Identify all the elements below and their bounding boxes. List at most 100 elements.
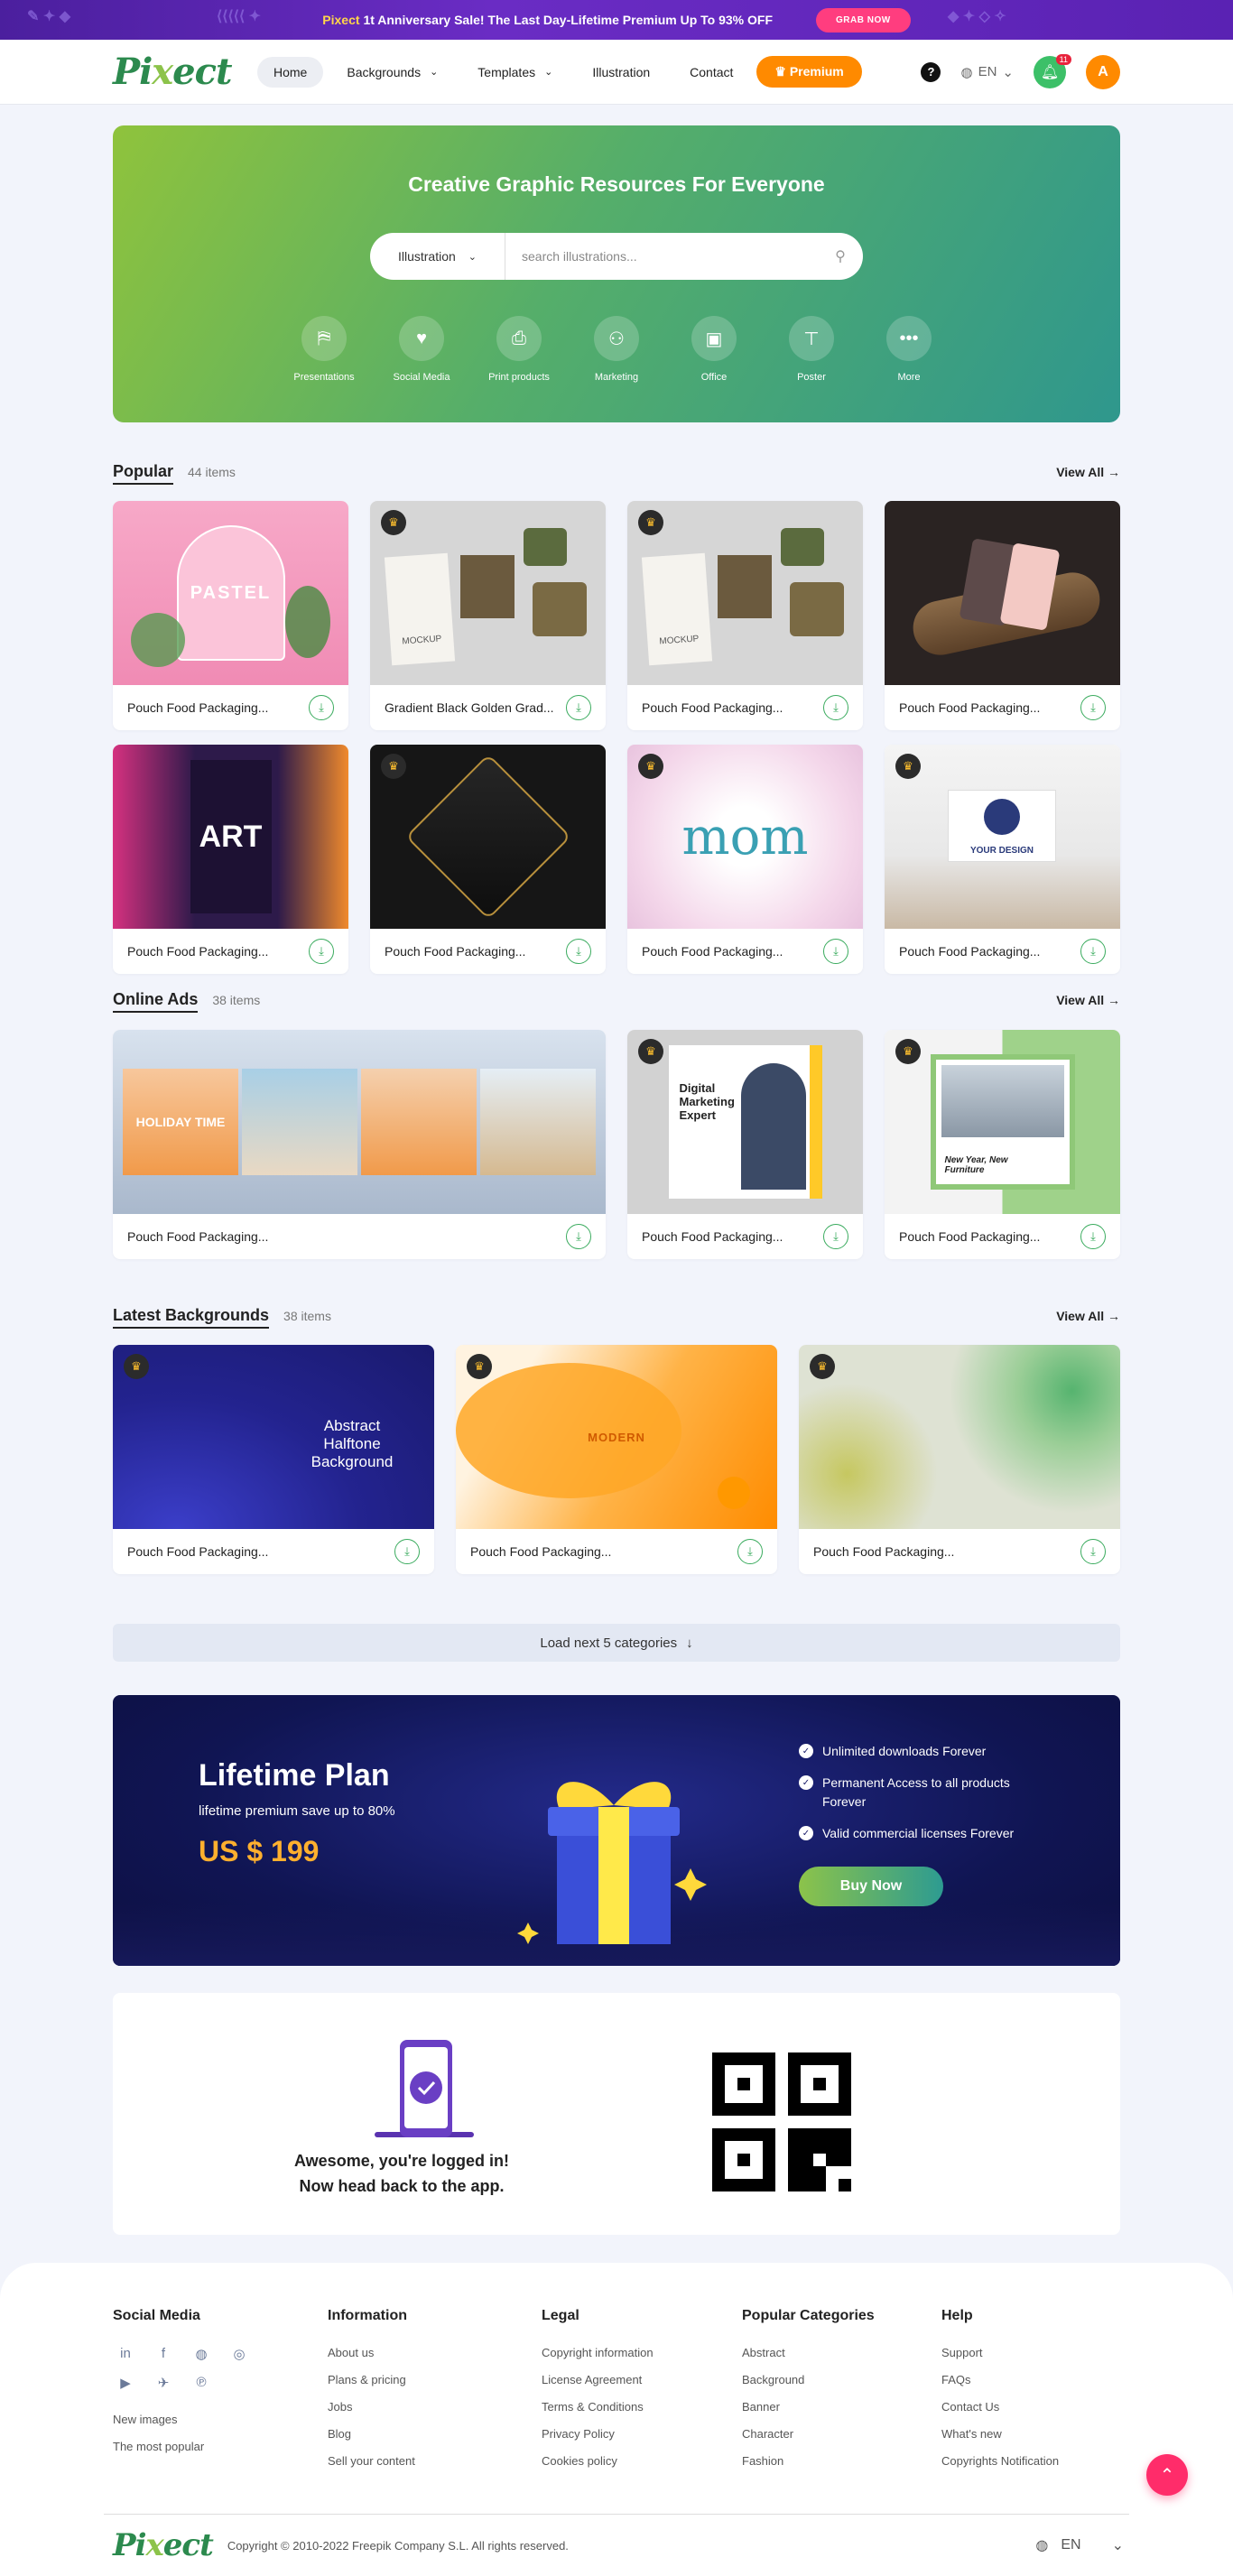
buy-now-button[interactable]: Buy Now [799,1867,943,1906]
category-more[interactable]: ••• More [885,316,933,383]
nav-item-contact[interactable]: Contact [673,57,749,88]
card-title: Pouch Food Packaging... [127,1229,269,1244]
nav-item-backgrounds[interactable]: Backgrounds ⌄ [330,57,454,88]
download-icon[interactable]: ⤓ [823,939,848,964]
download-icon[interactable]: ⤓ [737,1539,763,1564]
download-icon[interactable]: ⤓ [566,695,591,720]
people-icon: ⚇ [594,316,639,361]
instagram-icon[interactable]: ◎ [227,2346,252,2362]
footer-link[interactable]: Cookies policy [542,2454,654,2468]
footer-link[interactable]: Plans & pricing [328,2373,415,2386]
help-icon[interactable]: ? [921,61,941,82]
footer-link[interactable]: The most popular [113,2440,252,2453]
view-all-link[interactable]: View All → [1056,465,1120,479]
footer-link[interactable]: Sell your content [328,2454,415,2468]
promo-text: Pixect 1t Anniversary Sale! The Last Day… [322,13,774,27]
download-icon[interactable]: ⤓ [309,939,334,964]
footer-link[interactable]: Background [742,2373,875,2386]
language-selector[interactable]: ◍ EN ⌄ [960,64,1014,80]
footer-link[interactable]: Contact Us [941,2400,1059,2414]
footer-link[interactable]: Copyright information [542,2346,654,2359]
premium-crown-icon: ♛ [381,754,406,779]
footer-language-selector[interactable]: ◍ EN ⌄ [1035,2536,1129,2554]
footer-link[interactable]: Abstract [742,2346,875,2359]
download-icon[interactable]: ⤓ [1080,1539,1106,1564]
logo[interactable]: Pixect [113,51,232,93]
footer-link[interactable]: Fashion [742,2454,875,2468]
footer-link[interactable]: What's new [941,2427,1059,2441]
facebook-icon[interactable]: f [151,2346,176,2362]
footer-link[interactable]: New images [113,2413,252,2426]
footer-link[interactable]: Terms & Conditions [542,2400,654,2414]
footer-col-information: Information About us Plans & pricing Job… [328,2308,415,2481]
resource-card[interactable]: mom ♛ Pouch Food Packaging... ⤓ [627,745,863,974]
nav-menu: Home Backgrounds ⌄ Templates ⌄ Illustratio… [257,56,862,88]
resource-card[interactable]: Abstract Halftone Background ♛ Pouch Foo… [113,1345,434,1574]
resource-card[interactable]: ♛ Pouch Food Packaging... ⤓ [370,745,606,974]
footer-link[interactable]: Blog [328,2427,415,2441]
footer-link[interactable]: License Agreement [542,2373,654,2386]
twitter-icon[interactable]: ✈ [151,2375,176,2391]
resource-card[interactable]: New Year, New Furniture ♛ Pouch Food Pac… [885,1030,1120,1259]
card-image: Digital Marketing Expert ♛ [627,1030,863,1214]
premium-button[interactable]: ♛ Premium [756,56,862,88]
footer-link[interactable]: Banner [742,2400,875,2414]
linkedin-icon[interactable]: in [113,2346,138,2362]
download-icon[interactable]: ⤓ [566,939,591,964]
view-all-link[interactable]: View All → [1056,1309,1120,1323]
category-shortcuts: ⛿ Presentations ♥ Social Media ⎙ Print prod… [113,316,1120,383]
resource-card[interactable]: Pouch Food Packaging... ⤓ [885,501,1120,730]
download-icon[interactable]: ⤓ [309,695,334,720]
category-office[interactable]: ▣ Office [690,316,738,383]
footer-logo[interactable]: Pixect [113,2527,214,2563]
resource-card[interactable]: MOCKUP ♛ Pouch Food Packaging... ⤓ [627,501,863,730]
resource-card[interactable]: YOUR DESIGN ♛ Pouch Food Packaging... ⤓ [885,745,1120,974]
notifications-button[interactable]: 🔔︎ 11 [1034,53,1071,88]
download-icon[interactable]: ⤓ [1080,695,1106,720]
pinterest-icon[interactable]: ℗ [189,2375,214,2391]
load-more-button[interactable]: Load next 5 categories ↓ [113,1624,1120,1662]
search-category-select[interactable]: Illustration ⌄ [370,233,505,280]
footer-link[interactable]: Character [742,2427,875,2441]
view-all-link[interactable]: View All → [1056,993,1120,1007]
footer-link[interactable]: Copyrights Notification [941,2454,1059,2468]
category-print-products[interactable]: ⎙ Print products [488,316,550,383]
resource-card[interactable]: Digital Marketing Expert ♛ Pouch Food Pa… [627,1030,863,1259]
download-icon[interactable]: ⤓ [394,1539,420,1564]
footer-link[interactable]: About us [328,2346,415,2359]
footer-link[interactable]: Privacy Policy [542,2427,654,2441]
download-icon[interactable]: ⤓ [1080,1224,1106,1249]
nav-item-illustration[interactable]: Illustration [576,57,666,88]
scroll-to-top-button[interactable]: ⌃ [1146,2454,1188,2496]
download-icon[interactable]: ⤓ [823,695,848,720]
plan-subtitle: lifetime premium save up to 80% [199,1803,395,1819]
footer-link[interactable]: Jobs [328,2400,415,2414]
download-icon[interactable]: ⤓ [1080,939,1106,964]
crown-icon: ♛ [774,64,786,79]
nav-item-templates[interactable]: Templates ⌄ [461,57,569,88]
printer-icon: ⎙ [496,316,542,361]
copyright-text: Copyright © 2010-2022 Freepik Company S.… [227,2538,569,2553]
category-marketing[interactable]: ⚇ Marketing [592,316,641,383]
youtube-icon[interactable]: ▶ [113,2375,138,2391]
resource-card[interactable]: ART Pouch Food Packaging... ⤓ [113,745,348,974]
section-header-popular: Popular 44 items View All → [113,462,1120,485]
resource-card[interactable]: MODERN ♛ Pouch Food Packaging... ⤓ [456,1345,777,1574]
globe-icon[interactable]: ◍ [189,2346,214,2362]
nav-item-home[interactable]: Home [257,56,324,88]
resource-card[interactable]: HOLIDAY TIME Pouch Food Packaging... ⤓ [113,1030,606,1259]
avatar[interactable]: A [1086,54,1120,89]
search-input[interactable]: search illustrations... [505,249,818,264]
footer-link[interactable]: FAQs [941,2373,1059,2386]
download-icon[interactable]: ⤓ [566,1224,591,1249]
search-icon[interactable]: ⚲ [818,247,863,265]
footer-link[interactable]: Support [941,2346,1059,2359]
resource-card[interactable]: MOCKUP ♛ Gradient Black Golden Grad... ⤓ [370,501,606,730]
download-icon[interactable]: ⤓ [823,1224,848,1249]
grab-now-button[interactable]: GRAB NOW [816,7,911,32]
category-presentations[interactable]: ⛿ Presentations [293,316,355,383]
resource-card[interactable]: ♛ Pouch Food Packaging... ⤓ [799,1345,1120,1574]
resource-card[interactable]: PASTEL Pouch Food Packaging... ⤓ [113,501,348,730]
category-poster[interactable]: ⊤ Poster [787,316,836,383]
category-social-media[interactable]: ♥ Social Media [394,316,450,383]
